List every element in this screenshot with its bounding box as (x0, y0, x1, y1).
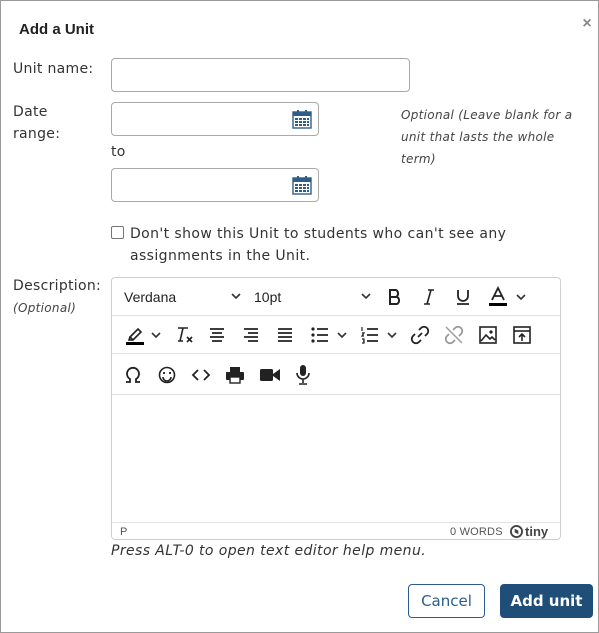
video-icon (260, 369, 280, 381)
align-left-icon (210, 328, 224, 342)
unit-name-field[interactable] (111, 58, 410, 92)
font-size-select[interactable]: 10pt (254, 282, 372, 312)
print-icon (226, 367, 244, 384)
unit-name-label: Unit name: (13, 61, 94, 77)
editor-toolbar-row-3 (112, 355, 560, 395)
align-center-button[interactable] (238, 320, 264, 350)
end-date-input[interactable] (112, 169, 284, 201)
font-family-value: Verdana (124, 289, 177, 305)
tiny-brand[interactable]: tiny (510, 524, 548, 539)
unit-name-input[interactable] (112, 59, 409, 91)
clear-formatting-button[interactable] (172, 320, 198, 350)
italic-icon (424, 289, 434, 305)
align-justify-icon (278, 328, 292, 342)
record-audio-button[interactable] (290, 360, 316, 390)
chevron-down-icon (387, 332, 397, 339)
dialog-title: Add a Unit (19, 21, 94, 38)
text-color-icon (489, 286, 507, 306)
upload-icon (513, 326, 531, 344)
tiny-brand-text: tiny (525, 524, 549, 539)
close-icon[interactable]: × (579, 15, 595, 33)
underline-button[interactable] (450, 282, 476, 312)
chevron-down-icon (231, 293, 241, 300)
hide-unit-checkbox-label[interactable]: Don't show this Unit to students who can… (130, 223, 551, 267)
chevron-down-icon (516, 294, 526, 301)
insert-image-button[interactable] (474, 320, 502, 350)
start-date-input[interactable] (112, 103, 284, 135)
editor-content-area[interactable] (112, 395, 560, 522)
rich-text-editor: Verdana 10pt P 0 WORDS tiny (111, 277, 561, 540)
upload-button[interactable] (508, 320, 536, 350)
element-path[interactable]: P (120, 526, 127, 538)
chevron-down-icon (361, 293, 371, 300)
bullet-list-icon (311, 327, 328, 343)
remove-link-button[interactable] (440, 320, 468, 350)
italic-button[interactable] (416, 282, 442, 312)
hide-unit-checkbox-row[interactable]: Don't show this Unit to students who can… (111, 223, 551, 267)
description-label: Description: (13, 278, 102, 294)
editor-toolbar-row-2 (112, 316, 560, 354)
date-hint-line3: term) (401, 152, 436, 166)
cancel-button[interactable]: Cancel (408, 584, 485, 618)
start-date-field[interactable] (111, 102, 319, 136)
insert-video-button[interactable] (256, 360, 284, 390)
clear-formatting-icon (178, 327, 193, 343)
numbered-list-button[interactable] (356, 320, 402, 350)
numbered-list-icon (360, 327, 378, 344)
source-code-button[interactable] (188, 360, 214, 390)
editor-statusbar: P 0 WORDS tiny (112, 522, 560, 540)
link-icon (410, 325, 430, 345)
date-hint-line1: Optional (Leave blank for a (401, 108, 573, 122)
font-size-value: 10pt (254, 289, 282, 305)
tiny-logo-icon (510, 525, 523, 538)
code-icon (191, 369, 211, 381)
description-optional-label: (Optional) (13, 301, 77, 315)
highlight-icon (126, 327, 144, 345)
text-color-button[interactable] (484, 282, 530, 312)
highlight-color-button[interactable] (122, 320, 164, 350)
editor-help-text: Press ALT-0 to open text editor help men… (111, 543, 427, 559)
underline-icon (457, 290, 469, 305)
chevron-down-icon (151, 332, 161, 339)
emoji-icon (158, 366, 176, 384)
emoji-button[interactable] (154, 360, 180, 390)
special-character-button[interactable] (120, 360, 146, 390)
align-left-button[interactable] (204, 320, 230, 350)
word-count[interactable]: 0 WORDS (450, 526, 503, 538)
chevron-down-icon (337, 332, 347, 339)
calendar-icon[interactable] (292, 175, 312, 195)
date-range-label-line1: Date (13, 104, 48, 120)
editor-toolbar-row-1: Verdana 10pt (112, 278, 560, 316)
to-label: to (111, 144, 126, 160)
align-center-icon (244, 328, 258, 342)
calendar-icon[interactable] (292, 109, 312, 129)
unlink-icon (444, 325, 464, 345)
date-hint-line2: unit that lasts the whole (401, 130, 555, 144)
bullet-list-button[interactable] (306, 320, 352, 350)
add-unit-dialog: Add a Unit × Unit name: Date range: Opti… (0, 0, 599, 633)
bold-icon (389, 289, 401, 305)
add-unit-button[interactable]: Add unit (500, 584, 593, 618)
bold-button[interactable] (382, 282, 408, 312)
hide-unit-checkbox[interactable] (111, 226, 124, 239)
date-range-label-line2: range: (13, 126, 61, 142)
font-family-select[interactable]: Verdana (124, 282, 242, 312)
special-character-icon (126, 366, 140, 383)
image-icon (479, 326, 497, 344)
end-date-field[interactable] (111, 168, 319, 202)
print-button[interactable] (222, 360, 248, 390)
microphone-icon (296, 365, 310, 385)
insert-link-button[interactable] (406, 320, 434, 350)
align-justify-button[interactable] (272, 320, 298, 350)
